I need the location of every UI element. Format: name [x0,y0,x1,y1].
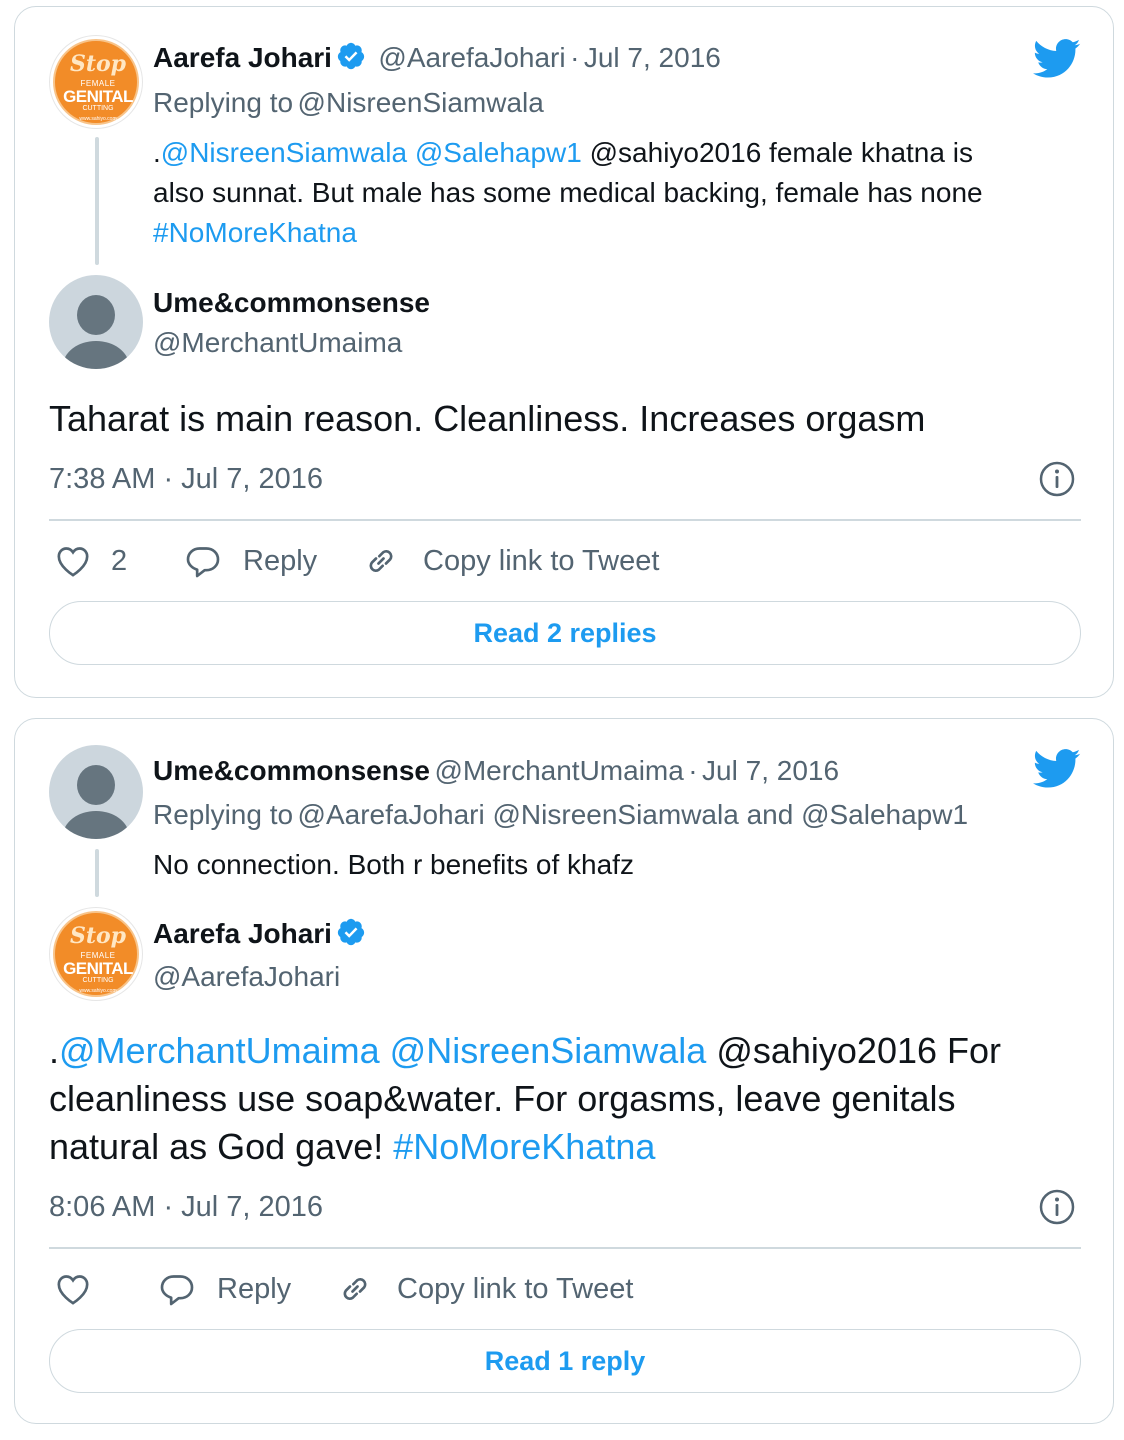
mention-link[interactable]: @NisreenSiamwala [161,137,407,168]
logo-text-genital: GENITAL [63,87,133,106]
like-count: 2 [111,545,128,577]
info-icon[interactable] [1038,1188,1076,1226]
hashtag-link[interactable]: #NoMoreKhatna [153,213,1083,253]
heart-icon[interactable] [53,1269,93,1309]
main-tweet-text: Taharat is main reason. Cleanliness. Inc… [49,398,926,439]
info-icon[interactable] [1038,460,1076,498]
separator-dot: · [688,755,698,786]
avatar-aarefa-johari[interactable]: Stop FEMALE GENITAL CUTTING www.sahiyo.c… [49,35,143,129]
verified-badge-icon [336,917,366,947]
tweet-card-2: Ume&commonsense @MerchantUmaima · Jul 7,… [14,718,1114,1424]
main-author-name-row: Aarefa Johari [153,917,366,950]
parent-tweet-header: Aarefa Johari @AarefaJohari · Jul 7, 201… [153,41,721,74]
logo-text-site: www.sahiyo.com [79,116,117,122]
avatar-merchant-umaima[interactable] [49,275,143,369]
parent-tweet-text: No connection. Both r benefits of khafz [153,849,634,880]
text-dot: . [153,137,161,168]
text-segment: natural as God gave! [49,1126,384,1167]
mention-link[interactable]: @MerchantUmaima [59,1030,380,1071]
copy-link-button[interactable]: Copy link to Tweet [397,1273,633,1306]
text-segment: @sahiyo2016 female khatna is [589,137,973,168]
reply-bubble-icon[interactable] [157,1269,197,1309]
divider [49,1247,1081,1249]
twitter-bird-icon[interactable] [1032,39,1081,79]
logo-text-cutting: CUTTING [82,977,114,984]
author-name[interactable]: Ume&commonsense [153,755,430,786]
author-name[interactable]: Aarefa Johari [153,918,332,949]
heart-icon[interactable] [53,541,93,581]
text-segment: cleanliness use soap&water. For orgasms,… [49,1078,956,1119]
author-handle[interactable]: @MerchantUmaima [434,755,683,786]
text-segment: @sahiyo2016 For [716,1030,1002,1071]
tweet-date[interactable]: Jul 7, 2016 [584,42,721,73]
author-name[interactable]: Ume&commonsense [153,287,430,319]
replying-to-handles[interactable]: @AarefaJohari @NisreenSiamwala and @Sale… [298,799,969,830]
read-replies-button[interactable]: Read 2 replies [49,601,1081,665]
logo-text-stop: Stop [69,923,127,949]
mention-link[interactable]: @Salehapw1 [415,137,582,168]
reply-bubble-icon[interactable] [183,541,223,581]
author-name[interactable]: Aarefa Johari [153,42,332,73]
tweet-timestamp[interactable]: 8:06 AM · Jul 7, 2016 [49,1191,323,1224]
twitter-bird-icon[interactable] [1032,749,1081,789]
replying-to-line: Replying to @AarefaJohari @NisreenSiamwa… [153,799,968,831]
parent-tweet-text: .@NisreenSiamwala @Salehapw1 @sahiyo2016… [153,133,1083,253]
parent-tweet-header: Ume&commonsense @MerchantUmaima · Jul 7,… [153,755,839,787]
text-dot: . [49,1030,60,1071]
link-icon[interactable] [335,1269,375,1309]
hashtag-link[interactable]: #NoMoreKhatna [393,1126,655,1167]
separator-dot: · [570,42,580,73]
avatar-merchant-umaima[interactable] [49,745,143,839]
copy-link-button[interactable]: Copy link to Tweet [423,545,659,578]
replying-prefix: Replying to [153,87,294,118]
link-icon[interactable] [361,541,401,581]
replying-prefix: Replying to [153,799,294,830]
tweet-date[interactable]: Jul 7, 2016 [702,755,839,786]
reply-button[interactable]: Reply [217,1273,291,1306]
replying-to-line: Replying to @NisreenSiamwala [153,87,544,119]
mention-link[interactable]: @NisreenSiamwala [390,1030,707,1071]
verified-badge-icon [336,41,366,71]
logo-text-stop: Stop [69,51,127,77]
avatar-aarefa-johari[interactable]: Stop FEMALE GENITAL CUTTING www.sahiyo.c… [49,907,143,1001]
thread-connector-line [95,137,99,265]
divider [49,519,1081,521]
author-handle[interactable]: @AarefaJohari [378,42,565,73]
logo-text-cutting: CUTTING [82,105,114,112]
text-segment: also sunnat. But male has some medical b… [153,177,983,208]
author-handle[interactable]: @AarefaJohari [153,961,340,993]
read-replies-button[interactable]: Read 1 reply [49,1329,1081,1393]
tweet-timestamp[interactable]: 7:38 AM · Jul 7, 2016 [49,463,323,496]
replying-to-handle[interactable]: @NisreenSiamwala [298,87,544,118]
reply-button[interactable]: Reply [243,545,317,578]
thread-connector-line [95,849,99,897]
tweet-card-1: Stop FEMALE GENITAL CUTTING www.sahiyo.c… [14,6,1114,698]
main-tweet-text: .@MerchantUmaima @NisreenSiamwala @sahiy… [49,1027,1089,1171]
author-handle[interactable]: @MerchantUmaima [153,327,402,359]
logo-text-site: www.sahiyo.com [79,988,117,994]
logo-text-genital: GENITAL [63,959,133,978]
